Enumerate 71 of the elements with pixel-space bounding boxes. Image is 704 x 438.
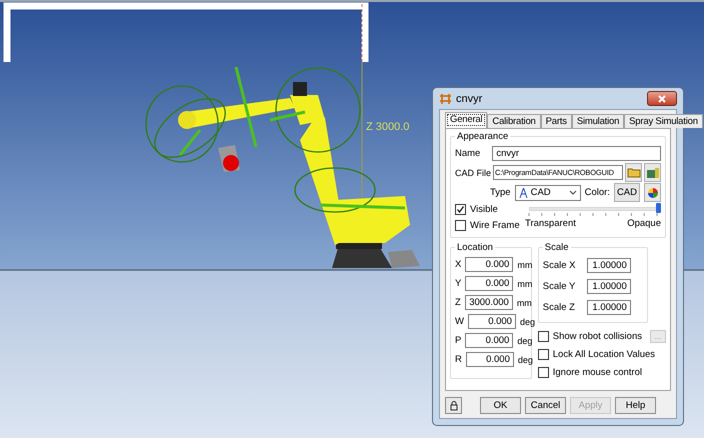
checkbox-label: Wire Frame: [470, 220, 520, 231]
checkbox[interactable]: [455, 204, 466, 215]
field-label: Color:: [584, 187, 610, 198]
robot-arm-drawing[interactable]: [145, 66, 420, 268]
dialog-button[interactable]: Cancel: [525, 397, 566, 414]
field-label: Scale Y: [542, 281, 576, 292]
checkbox[interactable]: [538, 330, 549, 342]
number-field[interactable]: 0.000: [468, 314, 516, 329]
field-label: Z: [455, 297, 461, 308]
slider-thumb[interactable]: [656, 203, 661, 213]
tab[interactable]: Parts: [540, 114, 572, 128]
field-label: X: [455, 259, 462, 270]
number-field[interactable]: 0.000: [465, 276, 514, 291]
color-wheel-button[interactable]: [644, 183, 661, 202]
dialog-button[interactable]: OK: [480, 397, 521, 414]
checkbox-label: Lock All Location Values: [552, 348, 656, 360]
number-field[interactable]: 1.00000: [586, 258, 631, 273]
close-icon: [658, 94, 666, 102]
checkbox[interactable]: [455, 220, 466, 231]
compass-icon: [518, 188, 528, 198]
machine-icon: [646, 166, 660, 178]
number-field[interactable]: 0.000: [466, 352, 514, 367]
folder-icon: [626, 167, 640, 178]
unit-label: mm: [517, 260, 532, 270]
field-label: R: [455, 354, 462, 365]
field-label: Scale Z: [542, 302, 576, 313]
checkbox-label: Visible: [470, 204, 498, 215]
model-button[interactable]: [644, 163, 661, 182]
type-dropdown[interactable]: CAD: [514, 184, 581, 200]
number-field[interactable]: 0.000: [465, 333, 514, 348]
checkbox-label: Show robot collisions: [552, 330, 642, 342]
number-field[interactable]: 1.00000: [586, 300, 631, 315]
name-field[interactable]: cnvyr: [492, 146, 661, 161]
field-label: Scale X: [542, 260, 576, 271]
unit-label: deg: [520, 316, 535, 326]
checkbox[interactable]: [538, 366, 549, 378]
checkbox-label: Ignore mouse control: [552, 366, 642, 378]
field-label: Type: [490, 187, 511, 198]
field-label: Y: [455, 278, 462, 289]
open-folder-button[interactable]: [625, 163, 642, 182]
field-label: W: [455, 316, 464, 327]
unit-label: deg: [517, 336, 532, 346]
tab[interactable]: Calibration: [487, 114, 541, 128]
tab[interactable]: General: [445, 112, 488, 128]
close-button[interactable]: [647, 91, 677, 106]
slider-max-label: Opaque: [627, 218, 661, 229]
group-title: Scale: [544, 242, 570, 253]
unit-label: mm: [516, 298, 532, 308]
group-title: Appearance: [456, 131, 510, 142]
window-title: cnvyr: [456, 92, 484, 104]
unit-label: mm: [517, 278, 532, 288]
color-wheel-icon: [646, 186, 658, 198]
number-field[interactable]: 3000.000: [464, 295, 513, 310]
number-field[interactable]: 0.000: [465, 257, 514, 272]
unit-label: deg: [518, 354, 533, 364]
number-field[interactable]: 1.00000: [586, 279, 631, 294]
slider-min-label: Transparent: [525, 218, 576, 229]
chevron-down-icon: [568, 190, 577, 195]
lock-icon: [450, 400, 458, 410]
dialog-button[interactable]: Help: [615, 397, 656, 414]
dimension-label: Z 3000.0: [366, 121, 410, 133]
field-label: P: [455, 335, 462, 346]
conveyor-icon: [439, 93, 452, 104]
field-label: Name: [455, 148, 482, 159]
cad-color-button[interactable]: CAD: [614, 183, 640, 202]
checkbox[interactable]: [538, 348, 549, 360]
group-title: Location: [456, 242, 494, 253]
field-label: CAD File: [455, 168, 492, 178]
tab[interactable]: Simulation: [572, 114, 624, 128]
tab[interactable]: Spray Simulation: [624, 114, 703, 128]
lock-button[interactable]: [445, 397, 462, 414]
